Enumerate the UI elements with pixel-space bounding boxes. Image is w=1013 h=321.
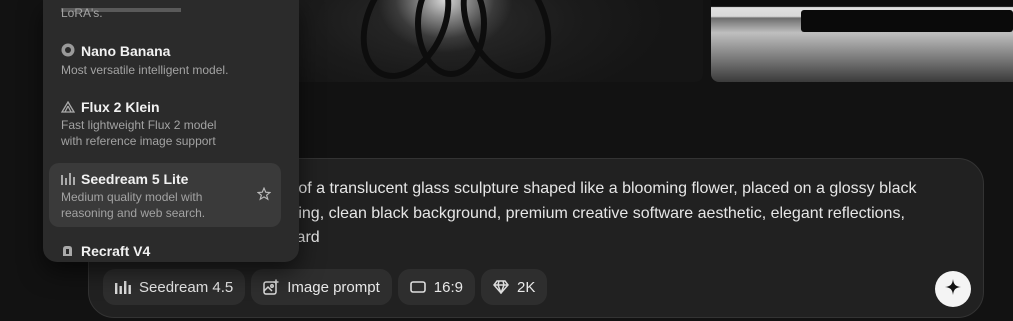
aspect-ratio-label: 16:9 xyxy=(433,278,463,296)
model-option-title: Flux 2 Klein xyxy=(81,99,160,115)
resolution-label: 2K xyxy=(516,278,536,296)
model-option-flux-2-klein[interactable]: Flux 2 Klein Fast lightweight Flux 2 mod… xyxy=(49,92,281,156)
flux-icon xyxy=(60,100,76,118)
model-option-desc: Most versatile intelligent model. xyxy=(61,63,229,77)
nano-banana-icon xyxy=(61,43,75,62)
diamond-icon xyxy=(493,280,509,294)
seedream-icon xyxy=(61,172,75,190)
favorite-star-icon[interactable] xyxy=(256,186,272,206)
model-option-desc: Fast lightweight Flux 2 model with refer… xyxy=(61,118,217,148)
gallery-image-reflection[interactable] xyxy=(711,0,1013,82)
model-option-seedream-5-lite[interactable]: Seedream 5 Lite Medium quality model wit… xyxy=(49,163,281,227)
image-prompt-button[interactable]: Image prompt xyxy=(251,269,392,305)
model-select-button[interactable]: Seedream 4.5 xyxy=(103,269,246,305)
seedream-icon xyxy=(115,280,131,294)
model-option-recraft-v4[interactable]: Recraft V4 xyxy=(49,236,281,262)
image-add-icon xyxy=(263,279,279,295)
model-option-title: Seedream 5 Lite xyxy=(81,171,189,187)
model-select-label: Seedream 4.5 xyxy=(139,278,234,296)
sparkle-icon xyxy=(945,278,961,300)
menu-item-desc-cut: LoRA's. xyxy=(61,6,103,20)
aspect-ratio-button[interactable]: 16:9 xyxy=(397,269,475,305)
resolution-button[interactable]: 2K xyxy=(480,269,548,305)
aspect-ratio-icon xyxy=(409,281,426,293)
model-option-title: Recraft V4 xyxy=(81,243,151,259)
prompt-input[interactable]: h of a translucent glass sculpture shape… xyxy=(285,177,965,251)
model-option-title: Nano Banana xyxy=(81,43,171,59)
model-dropdown-menu: LoRA's. Nano Banana Most versatile intel… xyxy=(43,0,299,262)
model-option-nano-banana[interactable]: Nano Banana Most versatile intelligent m… xyxy=(49,36,281,84)
model-option-desc: Medium quality model with reasoning and … xyxy=(61,190,206,220)
image-prompt-label: Image prompt xyxy=(287,278,380,296)
generate-button[interactable] xyxy=(935,271,971,307)
composer-toolbar: Seedream 4.5 Image prompt 16:9 2K xyxy=(103,269,548,305)
recraft-icon xyxy=(61,244,73,262)
